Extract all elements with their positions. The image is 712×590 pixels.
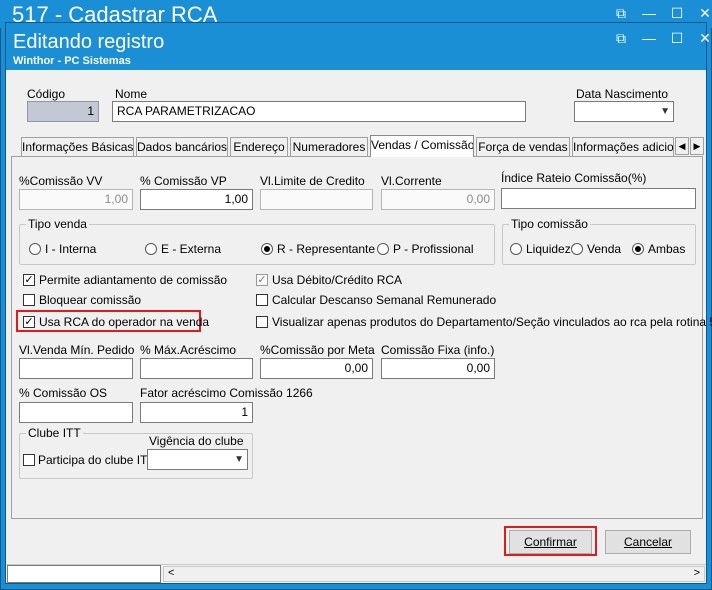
indice-rateio-label: Índice Rateio Comissão(%): [501, 171, 647, 185]
usa-debito-credito-checkbox[interactable]: ✓: [256, 274, 268, 286]
dialog-title: Editando registro: [13, 31, 165, 53]
usa-rca-operador-checkbox[interactable]: ✓: [23, 316, 35, 328]
permite-adiantamento-checkbox[interactable]: ✓: [23, 274, 35, 286]
calcular-dsr-checkbox[interactable]: [256, 294, 268, 306]
tab-numeradores[interactable]: Numeradores: [290, 137, 368, 156]
outer-window-title: 517 - Cadastrar RCA: [12, 2, 218, 24]
comissao-vv-label: %Comissão VV: [19, 174, 103, 188]
radio-ambas[interactable]: [632, 243, 644, 255]
restore-icon[interactable]: ⧉: [612, 4, 630, 22]
dialog-close-icon[interactable]: ✕: [696, 29, 712, 47]
codigo-label: Código: [27, 87, 66, 101]
fator-acrescimo-field[interactable]: 1: [140, 402, 253, 423]
codigo-field[interactable]: 1: [27, 101, 99, 122]
radio-representante[interactable]: [261, 243, 273, 255]
tab-scroll-left-icon[interactable]: ◀: [675, 137, 689, 155]
usa-rca-operador-label: Usa RCA do operador na venda: [39, 315, 210, 329]
participa-clube-label: Participa do clube ITT: [38, 453, 155, 467]
dialog-maximize-icon[interactable]: ☐: [668, 29, 686, 47]
comissao-meta-label: %Comissão por Meta: [260, 343, 375, 357]
bloquear-comissao-label: Bloquear comissão: [39, 293, 142, 307]
nome-field[interactable]: RCA PARAMETRIZACAO: [112, 101, 526, 122]
indice-rateio-field[interactable]: [501, 188, 696, 209]
comissao-vp-field[interactable]: 1,00: [140, 189, 253, 210]
horizontal-scrollbar[interactable]: < >: [163, 566, 705, 582]
tab-scroll-right-icon[interactable]: ▶: [690, 137, 704, 155]
radio-representante-label: R - Representante: [277, 242, 376, 256]
nome-label: Nome: [115, 87, 148, 101]
maximize-icon[interactable]: ☐: [668, 4, 686, 22]
tab-bar: Informações Básicas Dados bancários Ende…: [21, 135, 704, 157]
vl-limite-credito-label: Vl.Limite de Credito: [260, 174, 365, 188]
radio-interna[interactable]: [29, 243, 41, 255]
status-bar: < >: [6, 564, 706, 583]
dialog-subtitle: Winthor - PC Sistemas: [13, 55, 131, 67]
tab-forca-de-vendas[interactable]: Força de vendas: [476, 137, 570, 156]
comissao-meta-field[interactable]: 0,00: [260, 358, 373, 379]
visualizar-produtos-label: Visualizar apenas produtos do Departamen…: [272, 315, 712, 329]
dialog-header: Editando registro Winthor - PC Sistemas …: [6, 23, 711, 70]
radio-interna-label: I - Interna: [45, 242, 97, 256]
minimize-icon[interactable]: —: [640, 4, 658, 22]
comissao-fixa-label: Comissão Fixa (info.): [381, 343, 495, 357]
visualizar-produtos-checkbox[interactable]: [256, 316, 268, 328]
usa-debito-credito-label: Usa Débito/Crédito RCA: [272, 273, 403, 287]
vl-venda-min-field[interactable]: [19, 358, 133, 379]
edit-dialog: Editando registro Winthor - PC Sistemas …: [5, 22, 712, 584]
tab-vendas-comissao[interactable]: Vendas / Comissão: [370, 135, 474, 157]
dialog-restore-icon[interactable]: ⧉: [612, 29, 630, 47]
max-acrescimo-field[interactable]: [140, 358, 253, 379]
vigencia-clube-dropdown[interactable]: ▼: [147, 449, 248, 470]
tab-dados-bancarios[interactable]: Dados bancários: [136, 137, 228, 156]
vl-limite-credito-field[interactable]: [260, 189, 373, 210]
vigencia-clube-label: Vigência do clube: [149, 434, 244, 448]
dialog-minimize-icon[interactable]: —: [640, 29, 658, 47]
radio-venda[interactable]: [571, 243, 583, 255]
radio-externa-label: E - Externa: [161, 242, 222, 256]
radio-liquidez-label: Liquidez: [526, 242, 571, 256]
vl-venda-min-label: Vl.Venda Mín. Pedido: [19, 343, 135, 357]
max-acrescimo-label: % Máx.Acréscimo: [140, 343, 237, 357]
vl-corrente-label: Vl.Corrente: [381, 174, 442, 188]
calcular-dsr-label: Calcular Descanso Semanal Remunerado: [272, 293, 497, 307]
comissao-fixa-field[interactable]: 0,00: [381, 358, 495, 379]
radio-ambas-label: Ambas: [648, 242, 686, 256]
confirmar-button[interactable]: Confirmar: [509, 530, 592, 554]
radio-venda-label: Venda: [587, 242, 622, 256]
fator-acrescimo-label: Fator acréscimo Comissão 1266: [140, 386, 313, 400]
radio-externa[interactable]: [145, 243, 157, 255]
tipo-venda-title: Tipo venda: [26, 217, 89, 231]
permite-adiantamento-label: Permite adiantamento de comissão: [39, 273, 228, 287]
vl-corrente-field[interactable]: 0,00: [381, 189, 495, 210]
participa-clube-checkbox[interactable]: [23, 454, 35, 466]
tab-informacoes-adicionais[interactable]: Informações adicion: [572, 137, 674, 156]
radio-liquidez[interactable]: [510, 243, 522, 255]
radio-profissional-label: P - Profissional: [393, 242, 474, 256]
comissao-os-label: % Comissão OS: [19, 386, 108, 400]
tipo-comissao-title: Tipo comissão: [509, 217, 590, 231]
data-nascimento-dropdown[interactable]: ▼: [574, 101, 674, 122]
data-nascimento-label: Data Nascimento: [576, 87, 669, 101]
clube-itt-title: Clube ITT: [26, 426, 83, 440]
scroll-right-icon[interactable]: >: [694, 567, 700, 579]
cancelar-button[interactable]: Cancelar: [605, 530, 691, 554]
comissao-vp-label: % Comissão VP: [140, 174, 227, 188]
vigencia-chevron-down-icon: ▼: [234, 454, 244, 465]
scroll-left-icon[interactable]: <: [168, 567, 174, 579]
chevron-down-icon: ▼: [660, 106, 670, 117]
tab-endereco[interactable]: Endereço: [230, 137, 288, 156]
radio-profissional[interactable]: [377, 243, 389, 255]
status-field: [7, 565, 161, 583]
comissao-os-field[interactable]: [19, 402, 133, 423]
tab-informacoes-basicas[interactable]: Informações Básicas: [21, 137, 134, 156]
close-icon[interactable]: ✕: [696, 4, 712, 22]
comissao-vv-field[interactable]: 1,00: [19, 189, 133, 210]
bloquear-comissao-checkbox[interactable]: [23, 294, 35, 306]
